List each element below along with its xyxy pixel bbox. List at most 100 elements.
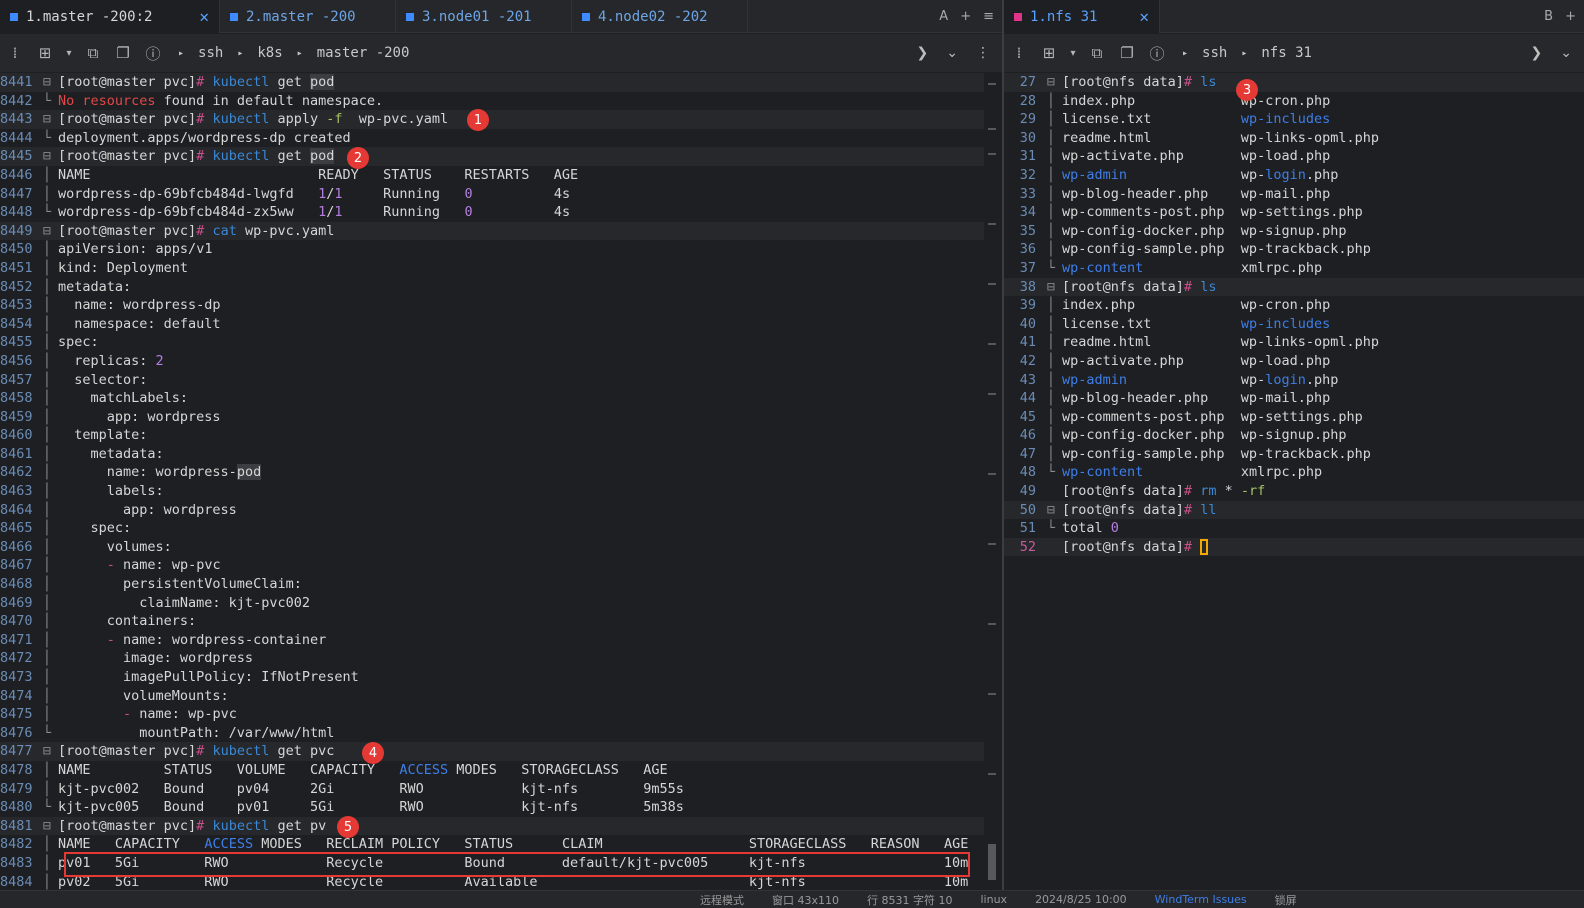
tab-node02-202[interactable]: 4.node02 -202 bbox=[572, 0, 748, 33]
scrollbar-thumb[interactable] bbox=[988, 844, 996, 880]
text-segment: license.txt bbox=[1062, 111, 1241, 128]
text-segment: wp-comments-post.php wp-settings.php bbox=[1062, 204, 1363, 221]
tab-nfs-31[interactable]: 1.nfs 31 ✕ bbox=[1004, 0, 1160, 33]
text-segment: index.php wp-cron.php bbox=[1062, 297, 1331, 314]
fold-marker-icon[interactable]: ⊟ bbox=[36, 73, 58, 92]
font-size-button[interactable]: A bbox=[939, 9, 948, 24]
new-session-icon[interactable]: ⊞ bbox=[1038, 42, 1060, 64]
fold-marker-icon: │ bbox=[1046, 352, 1056, 369]
info-icon[interactable]: ⓘ bbox=[142, 42, 164, 64]
drag-handle-icon[interactable]: ⁞ bbox=[1008, 42, 1030, 64]
terminal-line: 28 │ index.php wp-cron.php bbox=[1004, 92, 1584, 111]
text-segment: # bbox=[196, 74, 213, 90]
fold-marker-icon: │ bbox=[1046, 315, 1056, 332]
line-number: 32 bbox=[1019, 166, 1036, 183]
text-segment: get bbox=[269, 148, 310, 165]
line-number: 45 bbox=[1019, 408, 1036, 425]
new-tab-button[interactable]: + bbox=[960, 9, 971, 24]
text-segment: [root@master pvc] bbox=[58, 817, 197, 834]
close-icon[interactable]: ✕ bbox=[1139, 7, 1149, 26]
text-segment: wp-blog-header.php wp-mail.php bbox=[1062, 390, 1331, 407]
duplicate-icon[interactable]: ❐ bbox=[1116, 42, 1138, 64]
fold-marker-icon[interactable]: ⊟ bbox=[1040, 278, 1062, 297]
left-scrollbar[interactable] bbox=[984, 73, 1002, 890]
line-number: 8457 bbox=[0, 371, 33, 388]
terminal-line: 8455 │ spec: bbox=[0, 333, 984, 352]
line-text: wordpress-dp-69bfcb484d-lwgfd 1/1 Runnin… bbox=[58, 185, 570, 204]
breadcrumb-item[interactable]: ssh bbox=[198, 45, 223, 61]
tab-node01-201[interactable]: 3.node01 -201 bbox=[396, 0, 572, 33]
fold-marker-icon[interactable]: ⊟ bbox=[36, 817, 58, 836]
terminal-line: 44 │ wp-blog-header.php wp-mail.php bbox=[1004, 389, 1584, 408]
lock-screen-button[interactable]: 锁屏 bbox=[1275, 892, 1297, 908]
tab-label: 3.node01 -201 bbox=[422, 8, 532, 25]
status-mode[interactable]: 远程模式 bbox=[700, 892, 744, 908]
line-text: wp-admin wp-login.php bbox=[1062, 371, 1338, 390]
breadcrumb-item[interactable]: k8s bbox=[257, 45, 282, 61]
text-segment: wordpress-dp-69bfcb484d-zx5ww bbox=[58, 204, 319, 221]
fold-marker-icon[interactable]: ⊟ bbox=[36, 222, 58, 241]
line-text: wp-admin wp-login.php bbox=[1062, 166, 1338, 185]
status-os: linux bbox=[980, 893, 1008, 906]
detach-icon[interactable]: ⧉ bbox=[1086, 42, 1108, 64]
font-size-button[interactable]: B bbox=[1544, 9, 1553, 24]
text-segment: - bbox=[123, 706, 132, 723]
text-segment: wp-comments-post.php wp-settings.php bbox=[1062, 408, 1363, 425]
text-segment bbox=[58, 706, 123, 722]
text-segment: 1 bbox=[318, 185, 327, 202]
line-text: name: wordpress-pod bbox=[58, 463, 262, 482]
breadcrumb-item[interactable]: master -200 bbox=[317, 45, 410, 61]
line-text: NAME READY STATUS RESTARTS AGE bbox=[58, 166, 578, 185]
fold-marker-icon[interactable]: ⊟ bbox=[1040, 501, 1062, 520]
line-number: 47 bbox=[1019, 445, 1036, 462]
line-text: claimName: kjt-pvc002 bbox=[58, 594, 310, 613]
tab-master-200-2[interactable]: 1.master -200:2 ✕ bbox=[0, 0, 220, 33]
fold-marker-icon[interactable]: ⊟ bbox=[36, 110, 58, 129]
fold-marker-icon: │ bbox=[42, 557, 52, 574]
chevron-down-icon[interactable]: ▾ bbox=[64, 42, 74, 64]
issues-link[interactable]: WindTerm Issues bbox=[1155, 893, 1247, 906]
line-number: 34 bbox=[1019, 204, 1036, 221]
new-session-icon[interactable]: ⊞ bbox=[34, 42, 56, 64]
terminal-line: 8454 │ namespace: default bbox=[0, 315, 984, 334]
fold-marker-icon[interactable]: ⊟ bbox=[36, 742, 58, 761]
detach-icon[interactable]: ⧉ bbox=[82, 42, 104, 64]
tab-master-200[interactable]: 2.master -200 bbox=[220, 0, 396, 33]
text-segment: matchLabels: bbox=[58, 390, 189, 407]
line-number: 52 bbox=[1019, 538, 1036, 555]
fold-marker-icon[interactable]: ⊟ bbox=[36, 147, 58, 166]
right-terminal-output[interactable]: 27 ⊟ [root@nfs data]# ls 28 │ index.php wp-cr… bbox=[1004, 73, 1584, 890]
fold-marker-icon: │ bbox=[42, 464, 52, 481]
text-segment: get pv bbox=[269, 817, 327, 834]
breadcrumb-item[interactable]: nfs 31 bbox=[1261, 45, 1312, 61]
more-icon[interactable]: ⋮ bbox=[976, 45, 990, 61]
text-segment: [root@master pvc] bbox=[58, 74, 197, 90]
text-segment: readme.html wp-links-opml.php bbox=[1062, 334, 1379, 351]
chevron-down-icon[interactable]: ⌄ bbox=[1560, 45, 1572, 61]
text-segment: [root@master pvc] bbox=[58, 111, 197, 128]
new-tab-button[interactable]: + bbox=[1565, 9, 1576, 24]
play-icon: ▸ bbox=[178, 47, 185, 59]
fold-marker-icon: │ bbox=[42, 761, 52, 778]
text-segment: 2 bbox=[155, 352, 164, 369]
chevron-right-icon[interactable]: ❯ bbox=[917, 45, 929, 61]
chevron-down-icon[interactable]: ⌄ bbox=[946, 45, 958, 61]
chevron-right-icon[interactable]: ❯ bbox=[1531, 45, 1543, 61]
text-segment: name: wp-pvc bbox=[114, 557, 221, 574]
fold-marker-icon: │ bbox=[42, 259, 52, 276]
text-segment: rm bbox=[1200, 483, 1217, 500]
left-terminal-output[interactable]: 8441 ⊟ [root@master pvc]# kubectl get pod 8… bbox=[0, 73, 984, 890]
chevron-down-icon[interactable]: ▾ bbox=[1068, 42, 1078, 64]
close-icon[interactable]: ✕ bbox=[199, 7, 209, 26]
breadcrumb-item[interactable]: ssh bbox=[1202, 45, 1227, 61]
fold-marker-icon: │ bbox=[1046, 408, 1056, 425]
info-icon[interactable]: ⓘ bbox=[1146, 42, 1168, 64]
menu-icon[interactable]: ≡ bbox=[983, 9, 994, 24]
line-number: 8451 bbox=[0, 259, 33, 276]
fold-marker-icon[interactable]: ⊟ bbox=[1040, 73, 1062, 92]
line-number: 8466 bbox=[0, 538, 33, 555]
duplicate-icon[interactable]: ❐ bbox=[112, 42, 134, 64]
line-text: index.php wp-cron.php bbox=[1062, 92, 1330, 111]
drag-handle-icon[interactable]: ⁞ bbox=[4, 42, 26, 64]
terminal-line: 8467 │ - name: wp-pvc bbox=[0, 556, 984, 575]
